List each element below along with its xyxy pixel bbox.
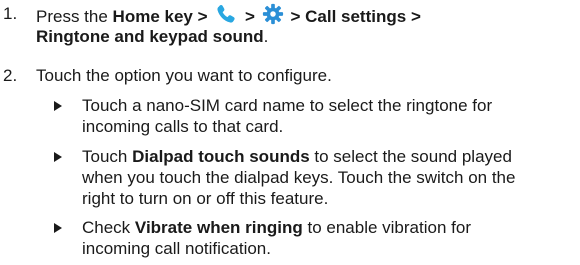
separator: > xyxy=(245,7,255,26)
separator: > xyxy=(410,7,421,26)
step-text-prefix: Press the xyxy=(36,7,108,26)
bullet-line: Touch Dialpad touch sounds to select the… xyxy=(82,146,574,167)
bullet-marker xyxy=(54,152,62,162)
step-text: Press the Home key > > > Call settings >… xyxy=(36,3,574,47)
bullet-text: Check Vibrate when ringing to enable vib… xyxy=(82,217,574,259)
separator: > xyxy=(197,7,208,26)
step-text-key: key xyxy=(164,7,193,26)
home-key-label: Home xyxy=(112,7,160,26)
bullet-text: Touch Dialpad touch sounds to select the… xyxy=(82,146,574,209)
vibrate-when-ringing-label: Vibrate when ringing xyxy=(134,218,303,237)
step-number: 2. xyxy=(3,66,18,85)
bullet-line: right to turn on or off this feature. xyxy=(82,189,329,208)
bullet-text-suffix: to select the sound played xyxy=(314,147,512,166)
bullet-marker xyxy=(54,223,62,233)
bullet-line: incoming call notification. xyxy=(82,239,271,258)
bullet-text: Touch a nano-SIM card name to select the… xyxy=(82,95,574,137)
bullet-line: when you touch the dialpad keys. Touch t… xyxy=(82,168,516,187)
bullet-text-prefix: Check xyxy=(82,218,131,237)
separator: > xyxy=(290,7,301,26)
bullet-text-suffix: to enable vibration for xyxy=(307,218,471,237)
bullet-marker xyxy=(54,101,62,111)
bullet-line: Check Vibrate when ringing to enable vib… xyxy=(82,217,574,238)
call-settings-label: Call settings xyxy=(305,7,407,26)
instruction-page: 1. Press the Home key > > > Call setting… xyxy=(0,0,580,265)
bullet-line: Touch a nano-SIM card name to select the… xyxy=(82,96,493,115)
ringtone-setting-label: Ringtone and keypad sound xyxy=(36,27,264,46)
step-text: Touch the option you want to configure. xyxy=(36,66,332,85)
dialpad-touch-sounds-label: Dialpad touch sounds xyxy=(132,147,310,166)
bullet-line: incoming calls to that card. xyxy=(82,117,284,136)
step-number: 1. xyxy=(3,4,18,23)
bullet-text-prefix: Touch xyxy=(82,147,128,166)
step-text-end: . xyxy=(263,27,269,46)
